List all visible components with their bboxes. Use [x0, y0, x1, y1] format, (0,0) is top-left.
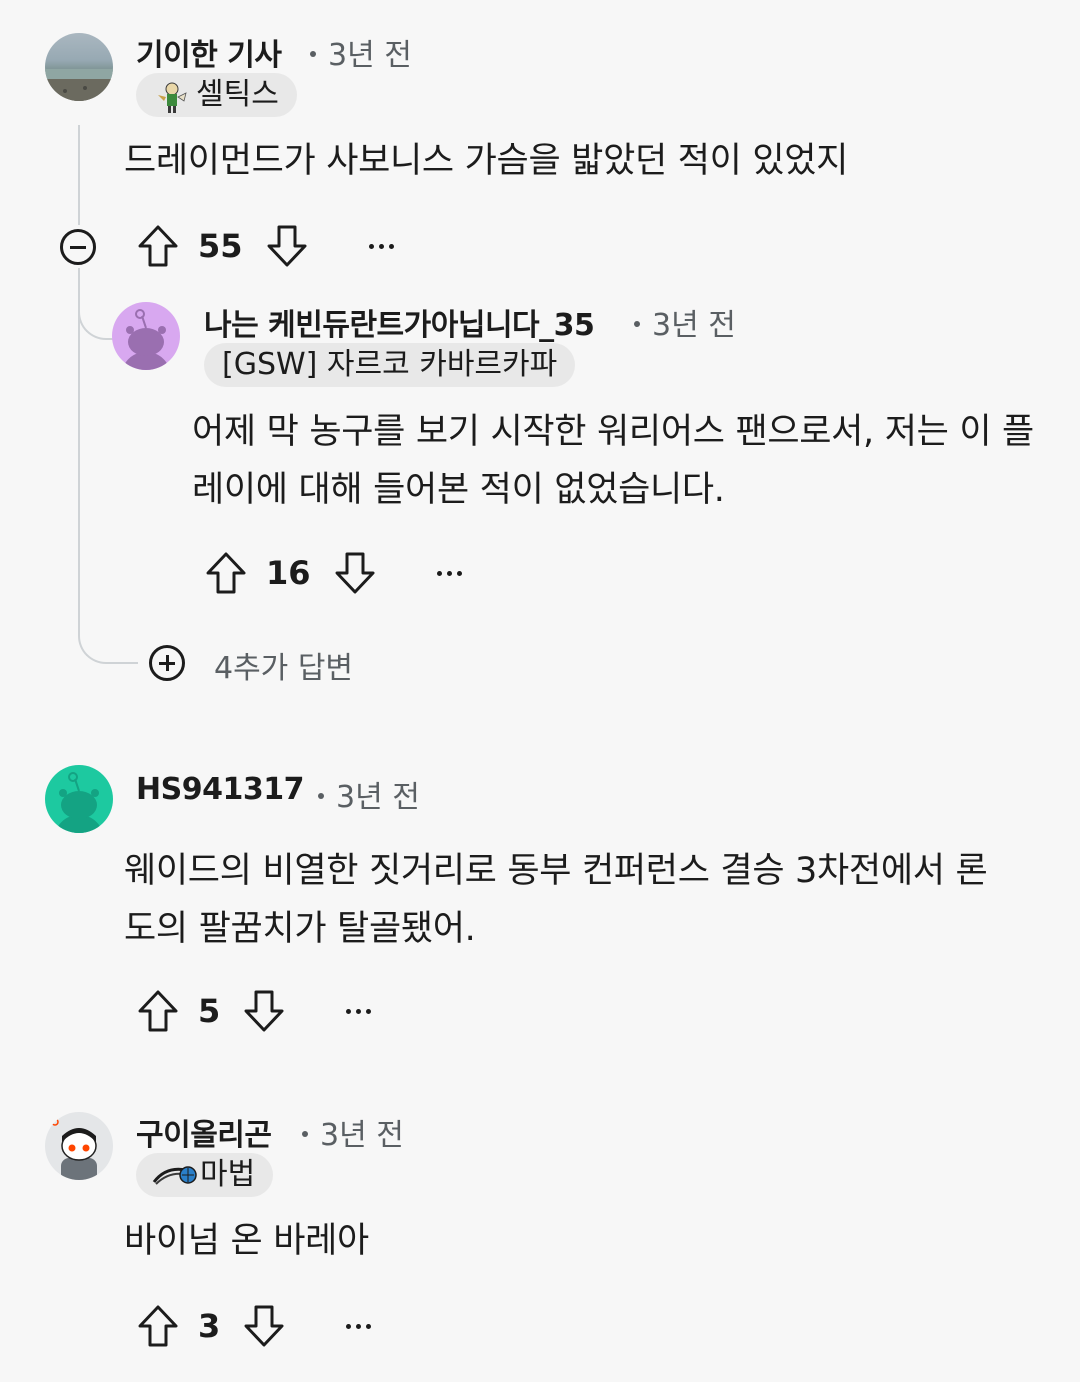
- snoo-avatar-icon: [51, 1118, 97, 1180]
- vote-bar: 3: [136, 1302, 372, 1350]
- separator-dot: [634, 320, 640, 327]
- comment-username[interactable]: 나는 케빈듀란트가아닙니다_35: [204, 300, 595, 344]
- more-options-icon[interactable]: [346, 1323, 372, 1329]
- comment-body: 드레이먼드가 사보니스 가슴을 밟았던 적이 있었지: [124, 141, 849, 181]
- collapse-thread-button[interactable]: [60, 229, 96, 265]
- avatar[interactable]: [112, 302, 180, 370]
- timestamp-text: 3년 전: [336, 780, 420, 815]
- more-options-icon[interactable]: [436, 570, 462, 576]
- vote-count: 16: [266, 554, 311, 592]
- separator-dot: [310, 50, 316, 57]
- comment-timestamp: 3년 전: [634, 300, 736, 344]
- comment-username[interactable]: HS941317: [136, 772, 304, 807]
- more-options-icon[interactable]: [368, 243, 394, 249]
- vote-bar: 16: [204, 549, 462, 597]
- upvote-icon[interactable]: [136, 987, 180, 1035]
- downvote-icon[interactable]: [242, 987, 286, 1035]
- comment-timestamp: 3년 전: [318, 772, 420, 816]
- celtics-logo-icon: [158, 82, 187, 113]
- downvote-icon[interactable]: [265, 222, 309, 270]
- magic-logo-icon: [152, 1166, 197, 1185]
- more-replies-link[interactable]: 4추가 답변: [214, 643, 353, 687]
- separator-dot: [302, 1130, 308, 1137]
- thread-line-main: [78, 125, 80, 225]
- comment-username[interactable]: 기이한 기사: [136, 30, 282, 74]
- separator-dot: [318, 792, 324, 799]
- beach-photo-icon: [45, 69, 113, 101]
- vote-count: 3: [198, 1307, 221, 1345]
- thread-connector-more: [78, 630, 138, 664]
- expand-replies-button[interactable]: [149, 645, 185, 681]
- avatar[interactable]: [45, 765, 113, 833]
- user-flair: 셀틱스: [136, 73, 297, 117]
- vote-count: 5: [198, 992, 221, 1030]
- vote-bar: 55: [136, 222, 394, 270]
- comment-username[interactable]: 구이올리곤: [136, 1110, 272, 1154]
- comment-body: 어제 막 농구를 보기 시작한 워리어스 팬으로서, 저는 이 플레이에 대해 …: [192, 412, 1034, 510]
- vote-bar: 5: [136, 987, 372, 1035]
- timestamp-text: 3년 전: [320, 1118, 404, 1153]
- downvote-icon[interactable]: [333, 549, 377, 597]
- avatar[interactable]: [45, 33, 113, 101]
- user-flair: [GSW] 자르코 카바르카파: [204, 343, 576, 387]
- upvote-icon[interactable]: [136, 222, 180, 270]
- upvote-icon[interactable]: [136, 1302, 180, 1350]
- comment-body: 바이넘 온 바레아: [124, 1221, 369, 1261]
- flair-text: [GSW] 자르코 카바르카파: [222, 347, 558, 382]
- flair-text: 마법: [200, 1157, 256, 1192]
- more-options-icon[interactable]: [346, 1008, 372, 1014]
- thread-connector-reply: [78, 300, 114, 340]
- comment-timestamp: 3년 전: [302, 1110, 404, 1154]
- timestamp-text: 3년 전: [328, 38, 412, 73]
- comment-body: 웨이드의 비열한 짓거리로 동부 컨퍼런스 결승 3차전에서 론도의 팔꿈치가 …: [124, 851, 988, 949]
- flair-text: 셀틱스: [196, 77, 279, 112]
- downvote-icon[interactable]: [242, 1302, 286, 1350]
- timestamp-text: 3년 전: [652, 308, 736, 343]
- upvote-icon[interactable]: [204, 549, 248, 597]
- snoo-avatar-icon: [55, 772, 103, 833]
- user-flair: 마법: [136, 1153, 274, 1197]
- snoo-avatar-icon: [122, 309, 170, 370]
- avatar[interactable]: [45, 1112, 113, 1180]
- comment-timestamp: 3년 전: [310, 30, 412, 74]
- vote-count: 55: [198, 227, 243, 265]
